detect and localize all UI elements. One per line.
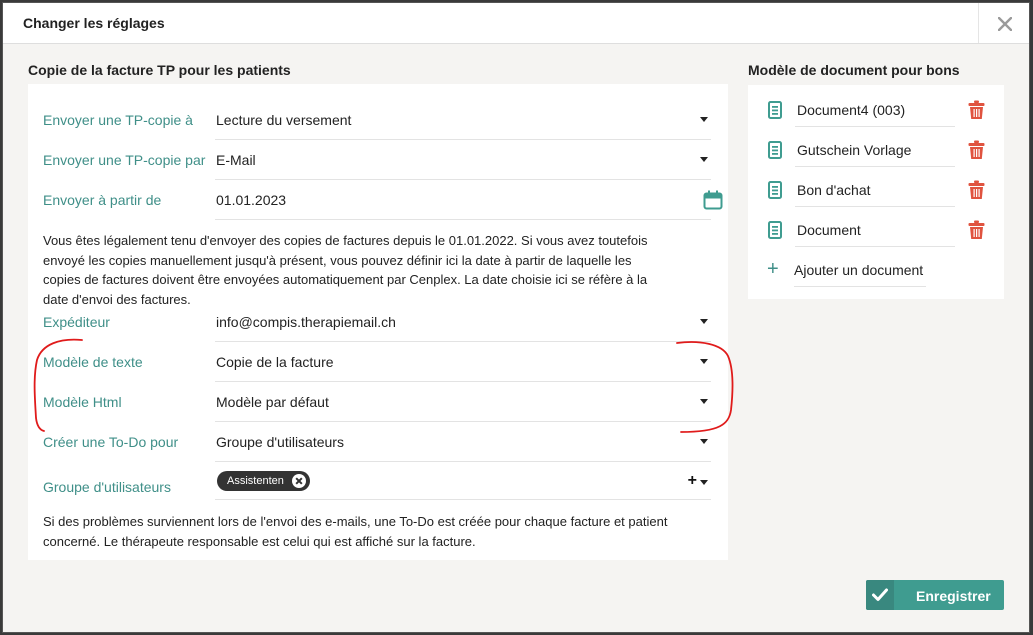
- field-label: Créer une To-Do pour: [43, 434, 179, 450]
- field-row: Expéditeur info@compis.therapiemail.ch: [28, 302, 728, 342]
- info-line: Vous êtes légalement tenu d'envoyer des …: [43, 233, 648, 248]
- dialog-title: Changer les réglages: [23, 15, 165, 31]
- select-value: Groupe d'utilisateurs: [216, 434, 344, 450]
- field-row: Envoyer une TP-copie à Lecture du versem…: [28, 100, 728, 140]
- left-section-title: Copie de la facture TP pour les patients: [28, 62, 291, 78]
- select-value: E-Mail: [216, 152, 256, 168]
- calendar-icon[interactable]: [703, 190, 723, 210]
- field-row: Groupe d'utilisateurs Assistenten +: [28, 464, 728, 504]
- dialog-titlebar: Changer les réglages: [3, 3, 1029, 44]
- text-template-select[interactable]: Copie de la facture: [215, 342, 711, 382]
- add-document-label-wrap: Ajouter un document: [794, 252, 926, 287]
- caret-down-icon: [700, 319, 708, 324]
- caret-down-icon: [700, 399, 708, 404]
- trash-icon[interactable]: [968, 180, 985, 200]
- todo-info-text: Si des problèmes surviennent lors de l'e…: [43, 512, 723, 551]
- caret-down-icon: [700, 157, 708, 162]
- document-item[interactable]: Bon d'achat: [748, 172, 1004, 212]
- field-row: Envoyer une TP-copie par E-Mail: [28, 140, 728, 180]
- user-group-multiselect[interactable]: Assistenten +: [215, 464, 711, 500]
- info-line: Si des problèmes surviennent lors de l'e…: [43, 514, 668, 529]
- add-document-label: Ajouter un document: [794, 262, 924, 278]
- todo-for-select[interactable]: Groupe d'utilisateurs: [215, 422, 711, 462]
- document-icon: [768, 101, 782, 119]
- check-icon-wrap: [866, 580, 894, 610]
- field-label: Envoyer une TP-copie par: [43, 152, 206, 168]
- save-label: Enregistrer: [916, 588, 991, 604]
- info-line: concerné. Le thérapeute responsable est …: [43, 533, 476, 549]
- document-icon: [768, 181, 782, 199]
- field-label: Modèle de texte: [43, 354, 143, 370]
- add-document-button[interactable]: + Ajouter un document: [748, 252, 1004, 292]
- document-name[interactable]: Gutschein Vorlage: [795, 132, 955, 167]
- document-name[interactable]: Document4 (003): [795, 92, 955, 127]
- legal-info-text: Vous êtes légalement tenu d'envoyer des …: [43, 231, 723, 309]
- field-label: Expéditeur: [43, 314, 110, 330]
- document-item[interactable]: Document: [748, 212, 1004, 252]
- user-group-chip: Assistenten: [217, 471, 310, 491]
- field-row: Modèle Html Modèle par défaut: [28, 382, 728, 422]
- settings-dialog: Changer les réglages Copie de la facture…: [3, 3, 1029, 632]
- caret-down-icon: [700, 359, 708, 364]
- document-icon: [768, 141, 782, 159]
- plus-icon[interactable]: +: [688, 472, 697, 490]
- document-item[interactable]: Document4 (003): [748, 92, 1004, 132]
- right-section-title: Modèle de document pour bons: [748, 62, 960, 78]
- save-button[interactable]: Enregistrer: [866, 580, 1004, 610]
- field-row: Créer une To-Do pour Groupe d'utilisateu…: [28, 422, 728, 462]
- trash-icon[interactable]: [968, 220, 985, 240]
- select-value: Modèle par défaut: [216, 394, 329, 410]
- info-line: envoyé les copies manuellement jusqu'à p…: [43, 252, 632, 268]
- select-value: Lecture du versement: [216, 112, 352, 128]
- field-label: Groupe d'utilisateurs: [43, 479, 171, 495]
- caret-down-icon: [700, 117, 708, 122]
- document-item[interactable]: Gutschein Vorlage: [748, 132, 1004, 172]
- select-value: Copie de la facture: [216, 354, 334, 370]
- tp-copy-panel: Envoyer une TP-copie à Lecture du versem…: [28, 84, 728, 560]
- field-label: Envoyer une TP-copie à: [43, 112, 193, 128]
- send-to-select[interactable]: Lecture du versement: [215, 100, 711, 140]
- plus-icon: +: [767, 258, 779, 280]
- chip-label: Assistenten: [227, 475, 284, 487]
- send-by-select[interactable]: E-Mail: [215, 140, 711, 180]
- chip-remove-icon[interactable]: [291, 474, 306, 488]
- trash-icon[interactable]: [968, 140, 985, 160]
- field-row: Envoyer à partir de 01.01.2023: [28, 180, 728, 220]
- trash-icon[interactable]: [968, 100, 985, 120]
- close-button[interactable]: [978, 3, 1029, 43]
- document-icon: [768, 221, 782, 239]
- date-value: 01.01.2023: [216, 192, 287, 208]
- document-name[interactable]: Bon d'achat: [795, 172, 955, 207]
- document-name[interactable]: Document: [795, 212, 955, 247]
- sender-select[interactable]: info@compis.therapiemail.ch: [215, 302, 711, 342]
- select-value: info@compis.therapiemail.ch: [216, 314, 396, 330]
- field-label: Modèle Html: [43, 394, 122, 410]
- caret-down-icon[interactable]: [700, 480, 708, 485]
- field-label: Envoyer à partir de: [43, 192, 162, 208]
- close-icon: [998, 17, 1012, 31]
- check-icon: [872, 588, 888, 601]
- start-date-input[interactable]: 01.01.2023: [215, 180, 723, 220]
- voucher-templates-panel: Document4 (003) Gutschein Vorlage Bon d'…: [748, 85, 1004, 299]
- html-template-select[interactable]: Modèle par défaut: [215, 382, 711, 422]
- field-row: Modèle de texte Copie de la facture: [28, 342, 728, 382]
- info-line: copies de factures doivent être envoyées…: [43, 272, 648, 287]
- caret-down-icon: [700, 439, 708, 444]
